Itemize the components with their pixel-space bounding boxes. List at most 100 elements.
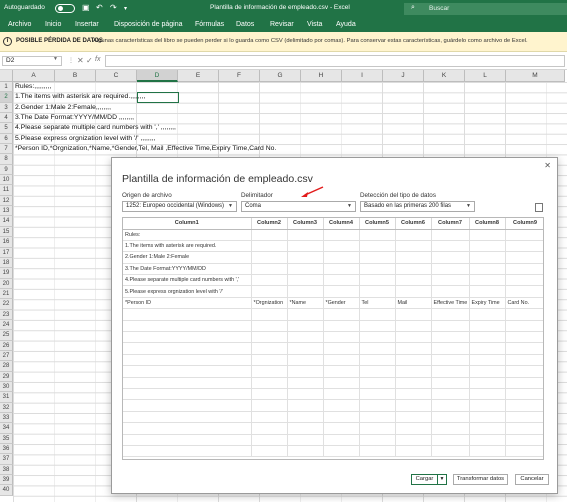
row-header[interactable]: 39 [0,475,13,486]
row-header[interactable]: 15 [0,226,13,238]
row-header[interactable]: 6 [0,133,13,145]
undo-icon[interactable]: ↶ [96,3,103,12]
column-header[interactable]: C [96,70,137,82]
row-header[interactable]: 3 [0,102,13,114]
row-header[interactable]: 13 [0,206,13,217]
close-icon[interactable]: ✕ [544,161,551,170]
preview-cell [469,434,506,446]
column-header[interactable]: H [301,70,342,82]
formula-input[interactable] [105,55,565,67]
row-header[interactable]: 8 [0,154,13,165]
detect-select[interactable]: Basado en las primeras 200 filas ▼ [360,201,475,212]
selected-cell-d2[interactable] [137,92,179,103]
row-header[interactable]: 12 [0,195,13,207]
cell-a7[interactable]: *Person ID,*Orgnization,*Name,*Gender,Te… [15,144,276,154]
row-header[interactable]: 21 [0,288,13,300]
row-header[interactable]: 18 [0,257,13,269]
load-options-chevron-icon[interactable]: ▼ [438,474,447,485]
column-header[interactable]: E [178,70,219,82]
row-header[interactable]: 29 [0,371,13,382]
redo-icon[interactable]: ↷ [110,3,117,12]
preview-cell [395,399,432,412]
row-header[interactable]: 30 [0,381,13,393]
tab-revisar[interactable]: Revisar [270,21,294,28]
insert-function-icon[interactable]: fx [95,56,100,63]
row-header[interactable]: 34 [0,423,13,434]
cancel-entry-icon[interactable]: ✕ [77,56,84,65]
row-header[interactable]: 36 [0,444,13,455]
tab-vista[interactable]: Vista [307,21,322,28]
row-header[interactable]: 26 [0,340,13,351]
preview-cell [123,434,252,446]
column-header[interactable]: M [506,70,565,82]
tab-inicio[interactable]: Inicio [45,21,61,28]
row-header[interactable]: 16 [0,237,13,248]
column-header[interactable]: J [383,70,424,82]
transform-data-button[interactable]: Transformar datos [453,474,508,485]
tab-disposicion[interactable]: Disposición de página [114,21,183,28]
origin-select[interactable]: 1252: Europeo occidental (Windows) ▼ [122,201,237,212]
row-header[interactable]: 23 [0,309,13,320]
row-header[interactable]: 22 [0,299,13,310]
tab-formulas[interactable]: Fórmulas [195,21,224,28]
column-header[interactable]: B [55,70,96,82]
save-icon[interactable]: ▣ [82,3,90,12]
row-header[interactable]: 27 [0,350,13,362]
tab-ayuda[interactable]: Ayuda [336,21,356,28]
column-header[interactable]: I [342,70,383,82]
row-header[interactable]: 11 [0,185,13,196]
row-header[interactable]: 40 [0,485,13,496]
tab-datos[interactable]: Datos [236,21,254,28]
autosave-toggle[interactable] [55,4,75,13]
chevron-down-icon[interactable]: ▼ [53,56,58,62]
column-header[interactable]: L [465,70,506,82]
search-icon: ⌕ [411,4,415,11]
column-header-selected[interactable]: D [137,70,178,82]
delimiter-select[interactable]: Coma ▼ [241,201,356,212]
row-header[interactable]: 28 [0,361,13,372]
row-header[interactable]: 25 [0,330,13,341]
row-header[interactable]: 19 [0,268,13,279]
row-header[interactable]: 32 [0,402,13,413]
cell-a3[interactable]: 2.Gender 1:Male 2:Female,,,,,,,, [15,103,111,113]
row-header[interactable]: 38 [0,464,13,476]
column-header[interactable]: G [260,70,301,82]
search-box[interactable]: ⌕ Buscar [404,3,567,15]
confirm-entry-icon[interactable]: ✓ [86,56,93,65]
column-header[interactable]: F [219,70,260,82]
row-header[interactable]: 33 [0,413,13,424]
cell-a1[interactable]: Rules:,,,,,,,,, [15,82,51,92]
document-icon[interactable] [535,203,543,212]
row-header[interactable]: 10 [0,175,13,186]
preview-row [123,388,543,401]
column-header[interactable]: K [424,70,465,82]
row-header[interactable]: 31 [0,392,13,403]
preview-cell [323,274,360,287]
tab-archivo[interactable]: Archivo [8,21,31,28]
row-header[interactable]: 24 [0,319,13,331]
row-header[interactable]: 9 [0,164,13,176]
data-preview[interactable]: Column1 Column2 Column3 Column4 Column5 … [122,217,544,460]
preview-cell [359,434,396,446]
select-all-corner[interactable] [0,70,13,82]
tab-insertar[interactable]: Insertar [75,21,99,28]
customize-toolbar-icon[interactable]: ▾ [124,5,127,12]
cell-a6[interactable]: 5.Please express orgnization level with … [15,134,156,144]
cell-a4[interactable]: 3.The Date Format:YYYY/MM/DD ,,,,,,,, [15,113,134,123]
row-header[interactable]: 35 [0,433,13,445]
row-header[interactable]: 17 [0,247,13,258]
row-header[interactable]: 37 [0,454,13,465]
load-button[interactable]: Cargar [411,474,438,485]
column-header[interactable]: A [13,70,55,82]
row-header[interactable]: 14 [0,216,13,227]
cell-a5[interactable]: 4.Please separate multiple card numbers … [15,123,176,133]
row-header[interactable]: 20 [0,278,13,289]
cancel-button[interactable]: Cancelar [515,474,549,485]
preview-cell [287,342,324,355]
row-header[interactable]: 7 [0,144,13,155]
row-header[interactable]: 2 [0,92,13,103]
row-header[interactable]: 5 [0,123,13,134]
row-header[interactable]: 1 [0,82,13,93]
cell-a2[interactable]: 1.The items with asterisk are required.,… [15,92,145,102]
row-header[interactable]: 4 [0,113,13,124]
